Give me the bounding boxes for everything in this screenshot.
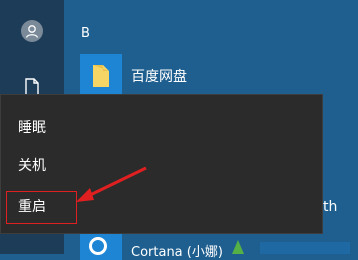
partial-app-label: th: [323, 199, 338, 215]
user-avatar-icon[interactable]: [21, 20, 43, 42]
app-label-baidu-netdisk[interactable]: 百度网盘: [131, 66, 187, 86]
folder-icon: [93, 65, 109, 87]
section-letter-header[interactable]: B: [81, 26, 90, 41]
watermark-logo: [232, 240, 350, 254]
app-tile-baidu-netdisk[interactable]: [80, 54, 122, 96]
restart-highlight-box: [6, 191, 77, 224]
app-tile-cortana[interactable]: [80, 230, 122, 260]
annotation-arrow: [76, 166, 147, 202]
power-context-menu: 睡眠 关机 重启: [0, 94, 323, 234]
menu-item-shutdown[interactable]: 关机: [1, 149, 322, 183]
cortana-icon: [89, 237, 107, 255]
app-label-cortana[interactable]: Cortana (小娜): [131, 241, 223, 260]
menu-item-sleep[interactable]: 睡眠: [1, 111, 322, 145]
